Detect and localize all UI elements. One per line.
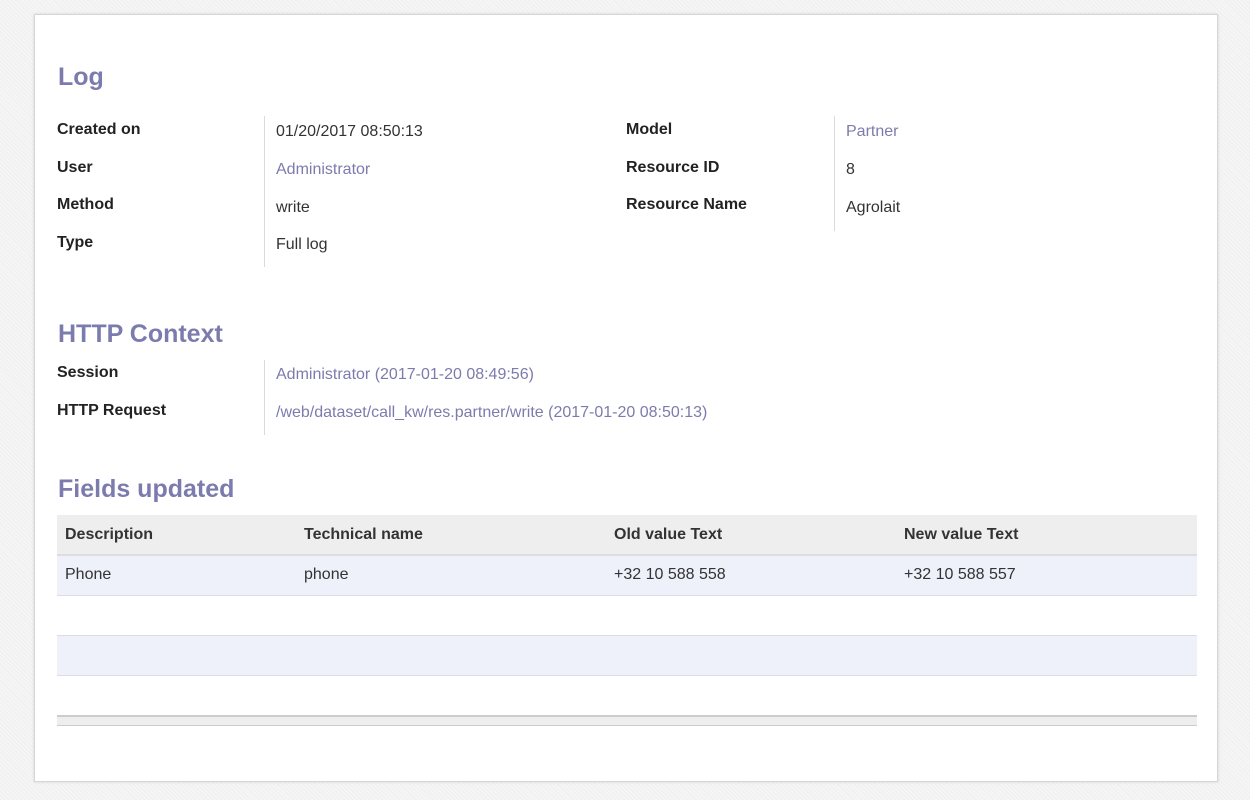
http-context-section-title: HTTP Context — [58, 320, 223, 348]
cell-technical-name: phone — [296, 555, 606, 596]
cell-old-value: +32 10 588 558 — [606, 555, 896, 596]
resource-name-label: Resource Name — [626, 196, 747, 213]
type-value: Full log — [276, 236, 328, 253]
method-value: write — [276, 199, 310, 216]
type-label: Type — [57, 234, 94, 251]
log-left-divider — [264, 116, 265, 267]
column-header-new-value[interactable]: New value Text — [896, 515, 1197, 556]
user-link[interactable]: Administrator — [276, 161, 370, 179]
log-right-divider — [834, 116, 835, 231]
resource-name-value: Agrolait — [846, 199, 901, 216]
cell-new-value: +32 10 588 557 — [896, 555, 1197, 596]
model-label: Model — [626, 121, 673, 138]
column-header-description[interactable]: Description — [57, 515, 296, 556]
http-context-divider — [264, 360, 265, 435]
cell-description: Phone — [57, 555, 296, 596]
table-header-row: Description Technical name Old value Tex… — [57, 515, 1197, 556]
empty-table-row — [57, 635, 1197, 676]
resource-id-label: Resource ID — [626, 159, 720, 176]
session-link[interactable]: Administrator (2017-01-20 08:49:56) — [276, 366, 534, 384]
model-link[interactable]: Partner — [846, 123, 898, 141]
user-label: User — [57, 159, 93, 176]
column-header-old-value[interactable]: Old value Text — [606, 515, 896, 556]
http-request-link[interactable]: /web/dataset/call_kw/res.partner/write (… — [276, 404, 707, 422]
created-on-label: Created on — [57, 121, 141, 138]
session-label: Session — [57, 364, 119, 381]
fields-updated-section-title: Fields updated — [58, 475, 235, 503]
table-row[interactable]: Phone phone +32 10 588 558 +32 10 588 55… — [57, 555, 1197, 596]
created-on-value: 01/20/2017 08:50:13 — [276, 123, 423, 140]
method-label: Method — [57, 196, 114, 213]
column-header-technical-name[interactable]: Technical name — [296, 515, 606, 556]
empty-table-row — [57, 595, 1197, 636]
table-footer — [57, 715, 1197, 726]
http-request-label: HTTP Request — [57, 402, 167, 419]
empty-table-row — [57, 675, 1197, 716]
fields-updated-table: Description Technical name Old value Tex… — [57, 515, 1197, 716]
form-sheet: Log Created on 01/20/2017 08:50:13 User … — [34, 14, 1218, 782]
log-section-title: Log — [58, 63, 104, 91]
resource-id-value: 8 — [846, 161, 855, 178]
